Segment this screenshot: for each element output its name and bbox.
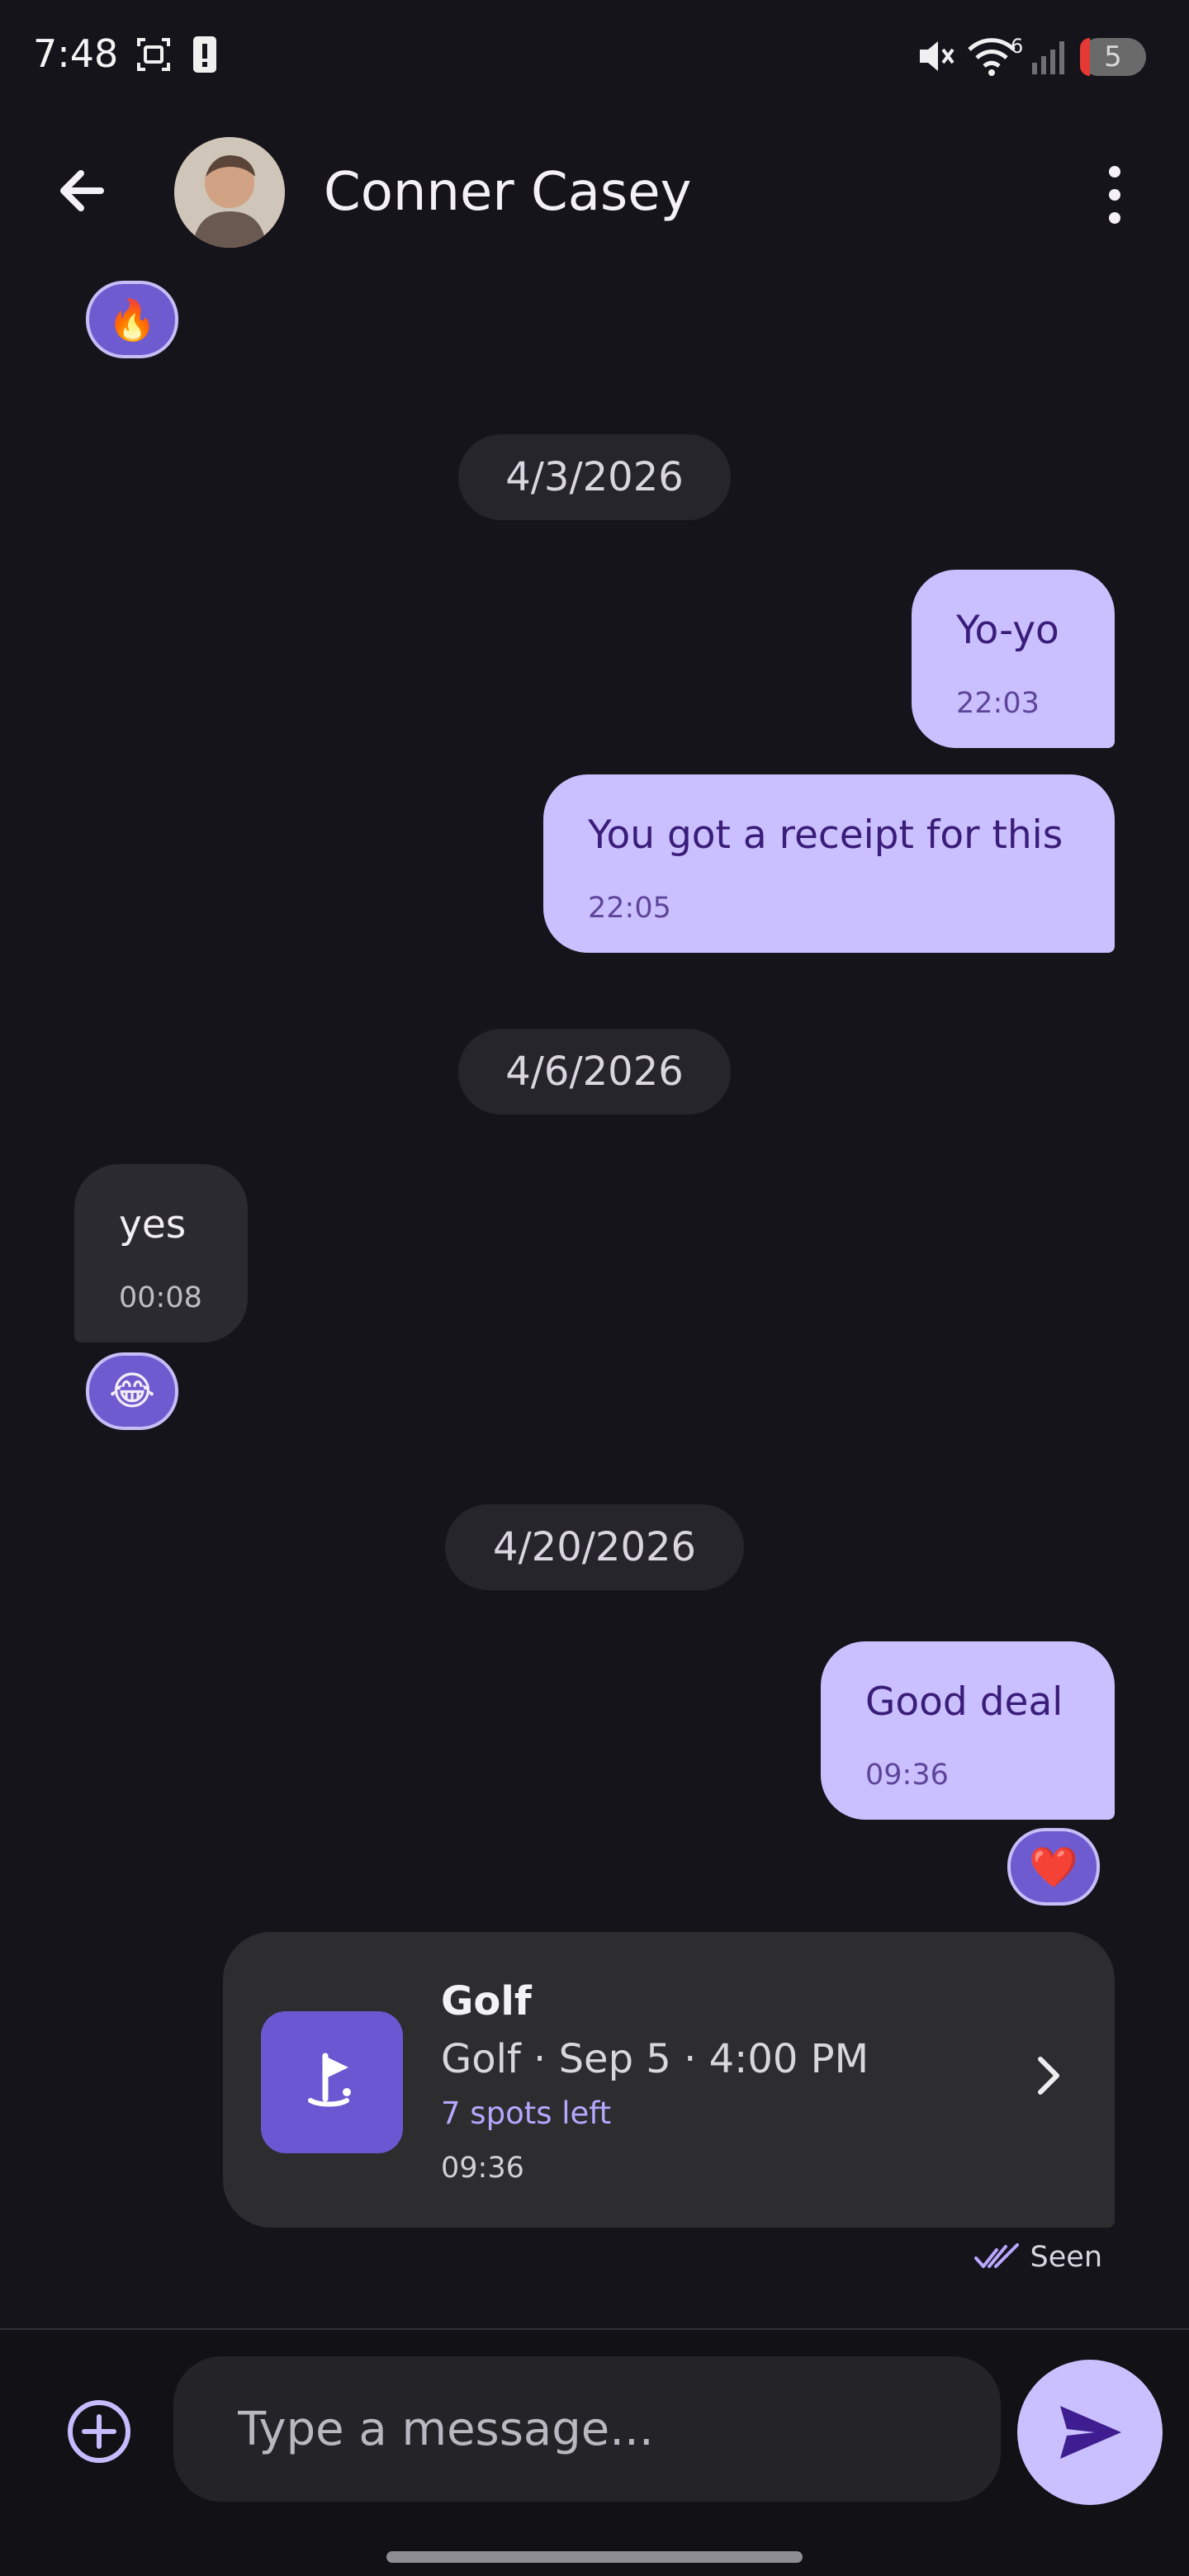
message-time: 22:03 [956, 687, 1040, 720]
date-label-1: 4/3/2026 [505, 454, 684, 500]
heart-reaction: ❤️ [1029, 1844, 1078, 1891]
golf-flag-icon [308, 2053, 351, 2107]
date-separator-2: 4/6/2026 [458, 1029, 731, 1115]
more-options-icon[interactable] [1088, 162, 1141, 228]
status-time: 7:48 [33, 31, 119, 76]
top-reaction-badge[interactable]: 🔥 [86, 281, 178, 358]
signal-icon [1032, 41, 1064, 74]
send-button[interactable] [1017, 2360, 1163, 2505]
battery-level: 5 [1104, 40, 1122, 73]
message-time: 00:08 [119, 1281, 202, 1314]
back-arrow-icon[interactable] [50, 154, 124, 228]
chevron-right-icon [1038, 2057, 1059, 2095]
incoming-reaction-badge[interactable]: 😂 [86, 1352, 178, 1430]
battery-indicator: 5 [1080, 38, 1146, 76]
message-text: yes [119, 1202, 187, 1248]
message-time: 22:05 [588, 892, 671, 925]
date-label-3: 4/20/2026 [492, 1524, 697, 1570]
wifi-icon [968, 38, 1016, 76]
seen-label: Seen [1030, 2241, 1102, 2274]
event-details: Golf · Sep 5 · 4:00 PM [441, 2036, 869, 2082]
contact-name[interactable]: Conner Casey [324, 162, 692, 223]
event-icon-box [261, 2011, 403, 2153]
message-time: 09:36 [865, 1759, 949, 1792]
message-text: Good deal [865, 1679, 1063, 1725]
double-check-icon [973, 2243, 1019, 2268]
plus-circle-icon[interactable] [64, 2396, 135, 2467]
screenshot-icon [137, 38, 170, 71]
outgoing-message-2[interactable]: You got a receipt for this 22:05 [543, 774, 1115, 953]
date-separator-3: 4/20/2026 [445, 1504, 744, 1590]
date-label-2: 4/6/2026 [505, 1049, 684, 1095]
seen-status: Seen [973, 2241, 1102, 2274]
message-input[interactable] [173, 2356, 1001, 2502]
date-separator-1: 4/3/2026 [458, 434, 731, 520]
outgoing-reaction-badge[interactable]: ❤️ [1007, 1828, 1100, 1906]
home-indicator [386, 2551, 803, 2563]
message-text: You got a receipt for this [588, 812, 1063, 858]
wifi-label: 6 [1011, 35, 1024, 58]
mute-icon [920, 41, 955, 71]
send-icon [1060, 2406, 1121, 2459]
contact-avatar[interactable] [174, 137, 285, 248]
fire-reaction: 🔥 [107, 296, 157, 343]
event-card[interactable]: Golf Golf · Sep 5 · 4:00 PM 7 spots left… [223, 1932, 1115, 2228]
outgoing-message-1[interactable]: Yo-yo 22:03 [912, 570, 1115, 748]
incoming-message-1[interactable]: yes 00:08 [74, 1164, 248, 1342]
event-title: Golf [441, 1978, 532, 2024]
message-text: Yo-yo [956, 608, 1059, 653]
avatar-photo [174, 137, 285, 248]
event-message-time: 09:36 [441, 2152, 524, 2185]
alert-icon [193, 36, 216, 73]
outgoing-message-3[interactable]: Good deal 09:36 [821, 1641, 1115, 1820]
laugh-reaction: 😂 [108, 1368, 156, 1414]
battery-low-segment [1080, 38, 1090, 76]
event-spots: 7 spots left [441, 2095, 612, 2131]
